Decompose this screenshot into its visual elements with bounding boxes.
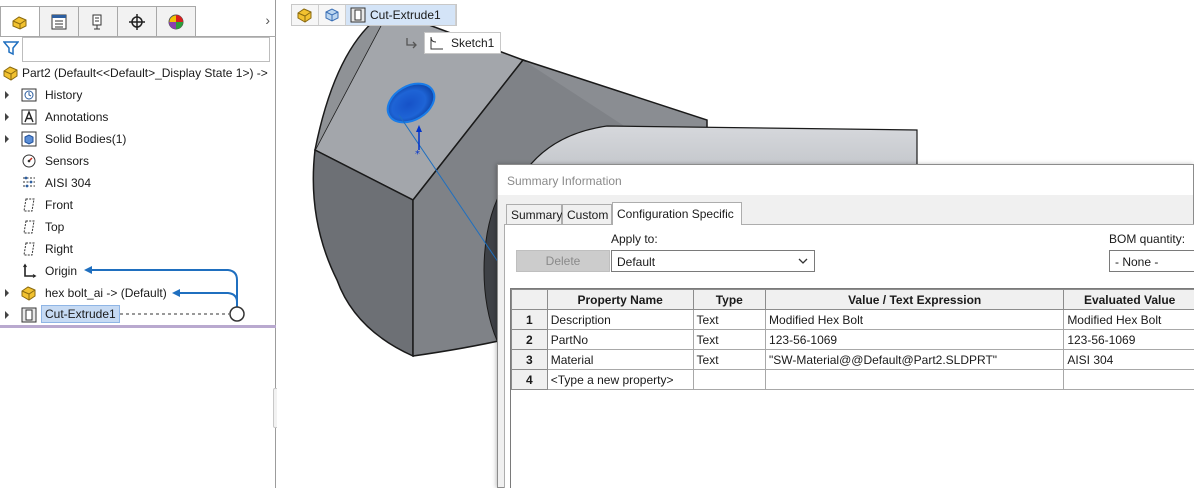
value-expression-cell[interactable] (765, 369, 1065, 390)
evaluated-value-cell: Modified Hex Bolt (1063, 309, 1194, 330)
tab-configuration-manager[interactable] (78, 6, 118, 36)
breadcrumb-sketch[interactable]: Sketch1 (424, 32, 502, 54)
new-property-cell[interactable]: <Type a new property> (546, 369, 694, 390)
solid-body-icon (325, 8, 339, 22)
tab-custom[interactable]: Custom (562, 204, 612, 224)
column-header-type[interactable]: Type (692, 289, 767, 310)
tab-display-manager[interactable] (156, 6, 196, 36)
corner-cell (511, 289, 548, 310)
svg-text:*: * (415, 149, 420, 160)
part-icon (297, 8, 312, 23)
type-cell[interactable] (692, 369, 767, 390)
tree-filter-input[interactable] (22, 37, 270, 62)
breadcrumb-feature-label: Cut-Extrude1 (370, 8, 441, 22)
external-reference-arrows (84, 266, 245, 322)
evaluated-value-cell: 123-56-1069 (1063, 329, 1194, 350)
child-arrow-icon (406, 38, 417, 49)
type-cell[interactable]: Text (692, 309, 767, 330)
tab-configuration-specific[interactable]: Configuration Specific (612, 202, 742, 225)
tab-dimxpert[interactable] (117, 6, 157, 36)
table-row[interactable]: 2 PartNo Text 123-56-1069 123-56-1069 (511, 329, 1194, 350)
value-expression-cell[interactable]: 123-56-1069 (765, 329, 1065, 350)
summary-information-dialog: Summary Information Summary Custom Confi… (497, 164, 1194, 488)
type-cell[interactable]: Text (692, 329, 767, 350)
apply-to-select[interactable]: Default (611, 250, 815, 272)
breadcrumb-sketch-row: Sketch1 (404, 32, 502, 54)
tab-feature-tree[interactable] (0, 6, 40, 36)
row-number[interactable]: 2 (511, 329, 548, 350)
breadcrumb-sketch-label: Sketch1 (451, 36, 495, 50)
table-row-new-property[interactable]: 4 <Type a new property> (511, 369, 1194, 390)
table-row[interactable]: 3 Material Text "SW-Material@@Default@Pa… (511, 349, 1194, 370)
tree-filter-row (0, 36, 276, 62)
breadcrumb: Cut-Extrude1 (291, 4, 457, 26)
dialog-titlebar[interactable]: Summary Information (498, 165, 1193, 195)
evaluated-value-cell (1063, 369, 1194, 390)
evaluated-value-cell: AISI 304 (1063, 349, 1194, 370)
bom-quantity-select[interactable]: - None - (1109, 250, 1194, 272)
property-name-cell[interactable]: Material (546, 349, 694, 370)
configuration-specific-panel: Delete Apply to: Default BOM quantity: -… (504, 224, 1194, 488)
column-header-evaluated-value[interactable]: Evaluated Value (1063, 289, 1194, 310)
chevron-down-icon (798, 258, 808, 264)
sketch-icon (430, 36, 443, 50)
row-number[interactable]: 4 (511, 369, 548, 390)
bom-quantity-value: - None - (1115, 255, 1159, 269)
breadcrumb-body[interactable] (319, 5, 346, 25)
value-expression-cell[interactable]: "SW-Material@@Default@Part2.SLDPRT" (765, 349, 1065, 370)
row-number[interactable]: 3 (511, 349, 548, 370)
delete-button[interactable]: Delete (516, 250, 610, 272)
row-number[interactable]: 1 (511, 309, 548, 330)
chevron-right-icon[interactable]: › (265, 12, 270, 28)
feature-manager-panel: › Part2 (Default<<Default>_Display State… (0, 0, 276, 488)
feature-manager-tabs: › (0, 6, 276, 36)
table-header-row: Property Name Type Value / Text Expressi… (511, 289, 1194, 310)
breadcrumb-part[interactable] (292, 5, 319, 25)
display-manager-icon (168, 14, 184, 29)
type-cell[interactable]: Text (692, 349, 767, 370)
configuration-manager-icon (92, 14, 102, 29)
apply-to-value: Default (617, 255, 656, 269)
filter-icon[interactable] (3, 40, 19, 56)
tab-property-manager[interactable] (39, 6, 79, 36)
table-row[interactable]: 1 Description Text Modified Hex Bolt Mod… (511, 309, 1194, 330)
property-name-cell[interactable]: Description (546, 309, 694, 330)
cut-extrude-icon (350, 7, 366, 23)
property-manager-icon (51, 14, 67, 29)
tab-summary[interactable]: Summary (506, 204, 562, 224)
apply-to-label: Apply to: (611, 232, 658, 246)
property-name-cell[interactable]: PartNo (546, 329, 694, 350)
dimxpert-icon (129, 13, 145, 30)
value-expression-cell[interactable]: Modified Hex Bolt (765, 309, 1065, 330)
column-header-value-expression[interactable]: Value / Text Expression (765, 289, 1065, 310)
breadcrumb-feature[interactable]: Cut-Extrude1 (346, 5, 456, 25)
column-header-property-name[interactable]: Property Name (546, 289, 694, 310)
dialog-title: Summary Information (507, 174, 622, 188)
tree-rollback-bar[interactable] (0, 325, 276, 328)
feature-tree-icon (12, 15, 27, 30)
bom-quantity-label: BOM quantity: (1109, 232, 1186, 246)
property-table: Property Name Type Value / Text Expressi… (510, 288, 1194, 488)
